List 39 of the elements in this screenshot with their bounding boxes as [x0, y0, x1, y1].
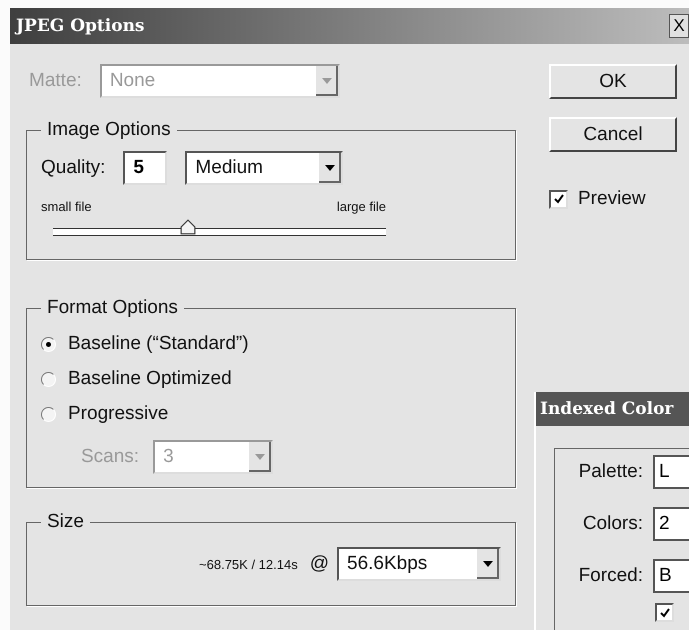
- radio-label: Baseline Optimized: [68, 368, 232, 390]
- radio-label: Baseline (“Standard”): [68, 333, 249, 355]
- slider-thumb[interactable]: [180, 219, 196, 235]
- checkmark-icon: [658, 606, 670, 618]
- at-sign: @: [310, 553, 329, 575]
- scans-label: Scans:: [81, 446, 140, 468]
- caret-icon: [248, 442, 272, 472]
- window-title: Indexed Color: [536, 392, 689, 426]
- caret-icon: [318, 153, 342, 183]
- quality-dropdown[interactable]: Medium: [185, 151, 344, 185]
- slider-min-label: small file: [41, 199, 92, 214]
- caret-icon: [476, 549, 499, 579]
- caret-icon: [314, 66, 338, 96]
- field-label: Colors:: [582, 513, 643, 535]
- close-button[interactable]: X: [669, 14, 689, 38]
- slider-max-label: large file: [336, 199, 386, 214]
- dropdown[interactable]: 2: [653, 507, 689, 541]
- radio-button[interactable]: [41, 336, 56, 352]
- field-label: Forced:: [578, 565, 643, 587]
- checkmark-icon: [552, 193, 564, 205]
- window-title: JPEG Options: [16, 16, 144, 36]
- group-title: Format Options: [41, 297, 184, 319]
- preview-checkbox[interactable]: [549, 190, 568, 208]
- size-estimate: ~68.75K / 12.14s: [199, 556, 298, 572]
- dropdown[interactable]: B: [653, 559, 689, 593]
- radio-button[interactable]: [41, 406, 56, 422]
- field-label: Palette:: [578, 461, 643, 483]
- quality-label: Quality:: [41, 157, 106, 179]
- group-title: Image Options: [41, 119, 177, 141]
- speed-dropdown[interactable]: 56.6Kbps: [337, 547, 501, 581]
- dropdown[interactable]: L: [653, 455, 689, 489]
- preview-label: Preview: [578, 188, 646, 210]
- radio-button[interactable]: [41, 372, 56, 386]
- quality-field[interactable]: 5: [123, 151, 168, 185]
- matte-label: Matte:: [29, 70, 82, 92]
- ok-button[interactable]: OK: [549, 64, 677, 99]
- checkbox[interactable]: [655, 603, 674, 622]
- radio-label: Progressive: [68, 403, 168, 425]
- cancel-button[interactable]: Cancel: [549, 117, 677, 152]
